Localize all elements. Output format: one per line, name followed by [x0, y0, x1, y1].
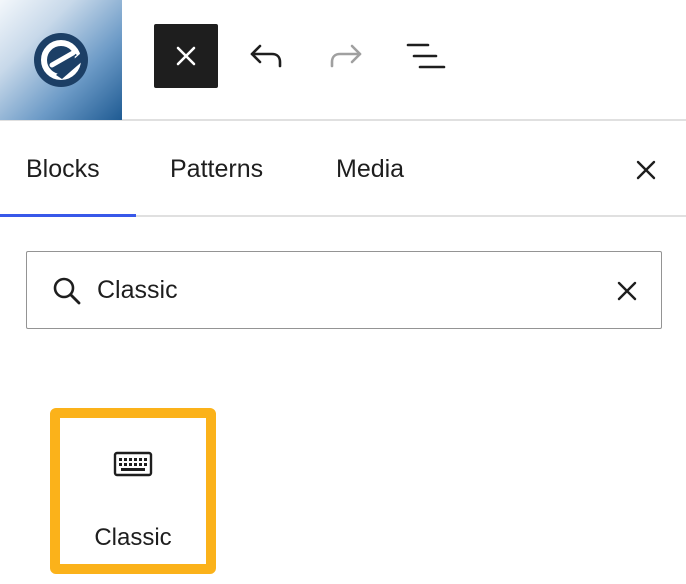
- tab-blocks[interactable]: Blocks: [26, 122, 100, 217]
- tab-media[interactable]: Media: [336, 122, 404, 217]
- block-result-label: Classic: [94, 524, 172, 551]
- block-search: [26, 251, 662, 329]
- undo-icon: [250, 44, 282, 68]
- editor-toolbar: [0, 0, 686, 121]
- close-icon: [636, 160, 656, 180]
- site-logo[interactable]: [0, 0, 122, 120]
- redo-icon: [330, 44, 362, 68]
- keyboard-icon: [60, 448, 206, 480]
- block-inserter-page: Blocks Patterns Media Classic Classic: [0, 0, 686, 584]
- inserter-tabs: Blocks Patterns Media: [0, 122, 686, 217]
- block-result-classic[interactable]: Classic: [50, 408, 216, 574]
- search-icon: [51, 275, 83, 307]
- close-icon: [617, 281, 637, 301]
- tab-patterns[interactable]: Patterns: [170, 122, 263, 217]
- site-logo-icon: [34, 33, 88, 87]
- close-inserter-button[interactable]: [154, 24, 218, 88]
- redo-button[interactable]: [314, 24, 378, 88]
- list-view-button[interactable]: [394, 24, 458, 88]
- close-panel-button[interactable]: [622, 146, 670, 194]
- undo-button[interactable]: [234, 24, 298, 88]
- close-icon: [176, 46, 196, 66]
- clear-search-button[interactable]: [605, 269, 649, 313]
- active-tab-indicator: [0, 214, 136, 217]
- search-input[interactable]: [97, 262, 577, 318]
- list-view-icon: [406, 43, 446, 69]
